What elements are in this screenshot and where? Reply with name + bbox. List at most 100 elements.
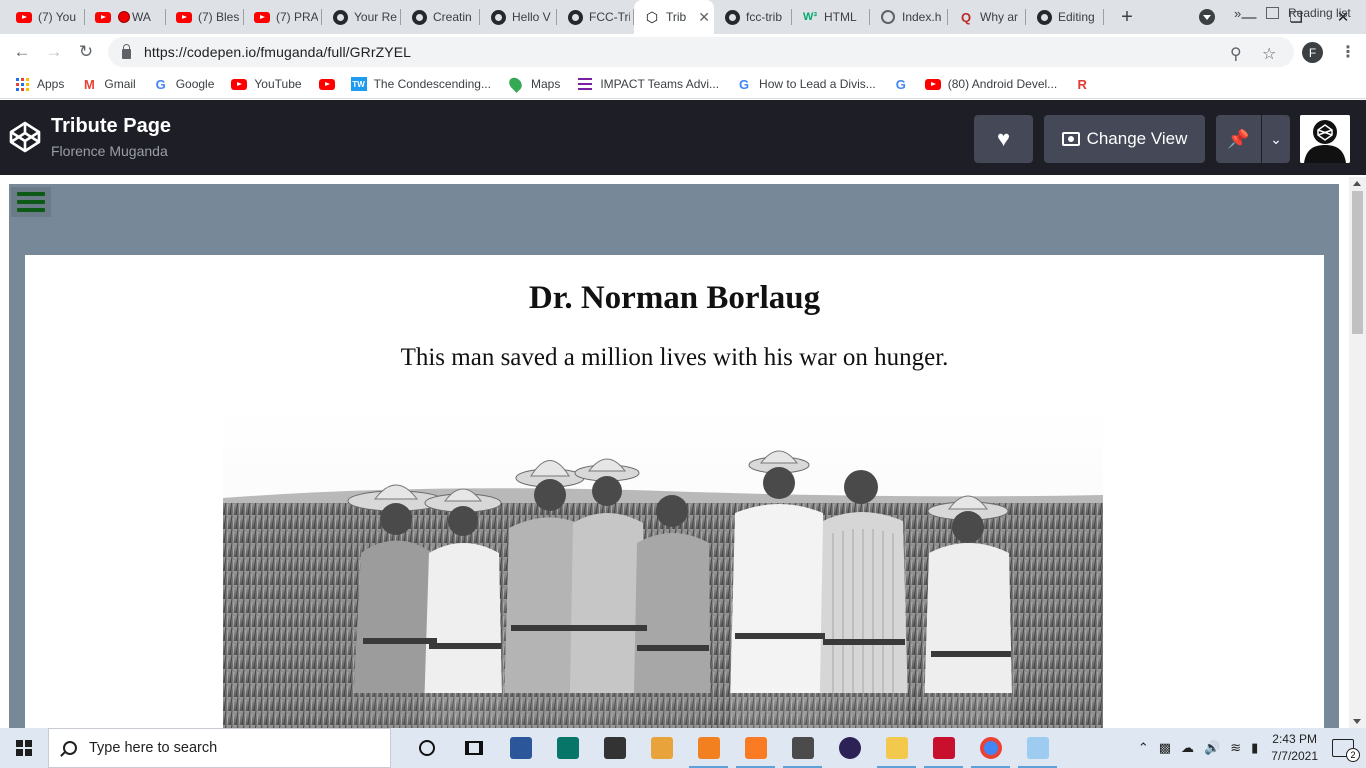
sublime-taskbar-button[interactable] (779, 728, 826, 768)
device-icon[interactable]: ▩ (1159, 740, 1171, 756)
browser-tab[interactable]: (7) PRA (244, 0, 322, 34)
bookmark-item[interactable]: R (1074, 76, 1097, 92)
browser-menu-icon[interactable]: ⋮ (1340, 42, 1356, 62)
pin-button[interactable]: 📌 (1216, 115, 1261, 163)
user-avatar[interactable] (1300, 115, 1350, 163)
taskbar-search-placeholder: Type here to search (89, 740, 218, 756)
sublime-s-taskbar-button[interactable] (685, 728, 732, 768)
sublime-s-icon (697, 737, 720, 759)
bookmark-item[interactable]: Apps (14, 76, 64, 92)
browser-tab[interactable]: W³ HTML (792, 0, 870, 34)
bookmark-item[interactable]: (80) Android Devel... (924, 76, 1057, 92)
browser-tab[interactable]: Creatin (401, 0, 480, 34)
bookmark-item[interactable] (318, 76, 342, 92)
page-scrollbar[interactable] (1349, 177, 1366, 728)
bookmark-label: Gmail (104, 77, 136, 91)
bookmark-item[interactable]: G How to Lead a Divis... (736, 76, 876, 92)
store-icon (603, 737, 626, 759)
codepen-icon: ⬡ (645, 9, 659, 25)
bookmark-star-icon[interactable]: ☆ (1262, 44, 1276, 64)
eclipse-taskbar-button[interactable] (826, 728, 873, 768)
scroll-up-icon[interactable] (1353, 181, 1361, 186)
love-button[interactable]: ♥ (974, 115, 1033, 163)
show-hidden-icons-icon[interactable]: ⌃ (1138, 740, 1149, 756)
wifi-icon[interactable]: ≋ (1230, 740, 1241, 756)
browser-tab[interactable]: Your Re (322, 0, 401, 34)
pin-icon: 📌 (1227, 128, 1250, 149)
hamburger-menu-icon[interactable] (11, 187, 51, 217)
url-text[interactable]: https://codepen.io/fmuganda/full/GRrZYEL (144, 44, 411, 60)
github-icon (411, 9, 427, 25)
profile-avatar[interactable]: F (1302, 42, 1323, 63)
pin-dropdown-button[interactable]: ⌄ (1262, 115, 1290, 163)
github-icon (724, 9, 740, 25)
browser-tab[interactable]: fcc-trib (714, 0, 792, 34)
bookmarks-overflow-icon[interactable]: » (1234, 6, 1241, 21)
chrome-taskbar-button[interactable] (967, 728, 1014, 768)
pen-title[interactable]: Tribute Page (51, 115, 171, 138)
bookmark-item[interactable]: G (893, 76, 916, 92)
pen-author[interactable]: Florence Muganda (51, 143, 168, 159)
bookmark-label: YouTube (254, 77, 302, 91)
youtube-icon (924, 76, 941, 92)
tab-search-icon[interactable] (1199, 9, 1215, 25)
bookmark-item[interactable]: YouTube (231, 76, 302, 92)
battery-icon[interactable]: ▮ (1251, 740, 1258, 756)
word-taskbar-button[interactable] (497, 728, 544, 768)
scroll-down-icon[interactable] (1353, 719, 1361, 724)
lock-icon[interactable] (122, 43, 131, 59)
bookmark-label: Apps (37, 77, 65, 91)
start-button[interactable] (0, 728, 48, 768)
tab-title: (7) PRA (276, 10, 318, 24)
bookmark-label: Maps (530, 77, 561, 91)
media-taskbar-button[interactable] (638, 728, 685, 768)
tab-title: Why ar (980, 10, 1019, 24)
typora-icon (932, 737, 955, 759)
browser-tab[interactable]: (7) Bles (166, 0, 244, 34)
scrollbar-thumb[interactable] (1352, 191, 1363, 334)
reload-icon[interactable]: ↻ (74, 40, 98, 64)
forward-arrow-icon[interactable]: → (42, 40, 66, 64)
tab-close-icon[interactable]: ✕ (698, 9, 710, 26)
browser-tab[interactable]: Hello V (480, 0, 557, 34)
zoom-icon[interactable]: ⚲ (1230, 44, 1242, 64)
heart-icon: ♥ (996, 126, 1011, 151)
bookmark-item[interactable]: Maps (507, 75, 561, 93)
bookmark-item[interactable]: M Gmail (81, 76, 136, 92)
task-view-taskbar-button[interactable] (450, 728, 497, 768)
new-tab-button[interactable]: + (1112, 6, 1142, 29)
volume-icon[interactable]: 🔊 (1204, 740, 1220, 756)
notification-center-icon[interactable]: 2 (1332, 739, 1360, 762)
youtube-icon (254, 9, 270, 25)
address-bar[interactable]: https://codepen.io/fmuganda/full/GRrZYEL… (108, 37, 1294, 67)
back-arrow-icon[interactable]: ← (10, 40, 34, 64)
publisher-taskbar-button[interactable] (544, 728, 591, 768)
reading-list-button[interactable]: Reading list (1266, 6, 1351, 20)
taskbar-clock[interactable]: 2:43 PM 7/7/2021 (1271, 731, 1318, 765)
codepen-logo-icon[interactable] (8, 120, 42, 154)
store-taskbar-button[interactable] (591, 728, 638, 768)
windows-logo-icon (16, 740, 32, 756)
typora-taskbar-button[interactable] (920, 728, 967, 768)
change-view-button[interactable]: Change View (1044, 115, 1205, 163)
browser-tab[interactable]: FCC-Tri (557, 0, 634, 34)
onedrive-icon[interactable]: ☁ (1181, 740, 1194, 756)
file-explorer-taskbar-button[interactable] (873, 728, 920, 768)
page-title: Dr. Norman Borlaug (528, 280, 821, 316)
bookmark-item[interactable]: G Google (153, 76, 215, 92)
taskbar-search[interactable]: Type here to search (48, 728, 391, 768)
xampp-taskbar-button[interactable] (732, 728, 779, 768)
bookmark-item[interactable]: TW The Condescending... (350, 76, 491, 92)
tab-title: Creatin (433, 10, 472, 24)
paint-taskbar-button[interactable] (1014, 728, 1061, 768)
browser-tab[interactable]: Editing (1026, 0, 1104, 34)
browser-tab[interactable]: Q Why ar (948, 0, 1026, 34)
chrome-icon (979, 737, 1002, 759)
browser-tab[interactable]: (7) You (6, 0, 85, 34)
tab-title: (7) You (38, 10, 77, 24)
bookmark-item[interactable]: IMPACT Teams Advi... (577, 76, 719, 92)
cortana-taskbar-button[interactable] (403, 728, 450, 768)
browser-tab[interactable]: ⬡ Trib ✕ (634, 0, 714, 34)
browser-tab[interactable]: Index.h (870, 0, 948, 34)
browser-tab[interactable]: WA (85, 0, 166, 34)
